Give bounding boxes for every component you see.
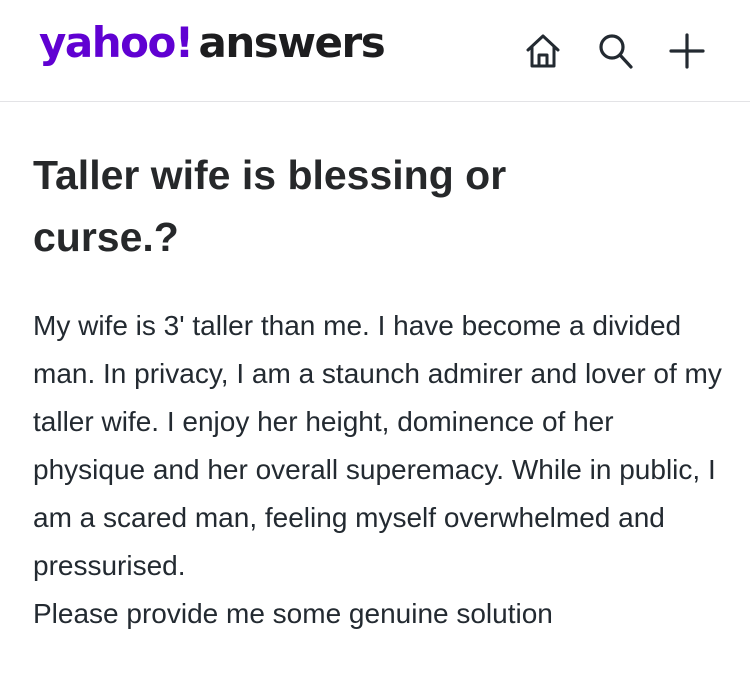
header-actions	[520, 28, 710, 74]
yahoo-answers-logo[interactable]: yahoo! answers	[39, 18, 386, 67]
ask-question-button[interactable]	[664, 28, 710, 74]
question-content: Taller wife is blessing or curse.? My wi…	[0, 144, 750, 638]
plus-icon	[669, 33, 705, 69]
logo-yahoo-text: yahoo!	[39, 18, 194, 67]
question-body-continued: Please provide me some genuine solution	[33, 598, 553, 629]
app-header: yahoo! answers	[0, 0, 750, 102]
question-title: Taller wife is blessing or curse.?	[33, 152, 507, 260]
logo-answers-text: answers	[198, 18, 385, 67]
search-icon	[599, 34, 633, 69]
question-body: My wife is 3' taller than me. I have bec…	[33, 302, 723, 638]
question-body-text: My wife is 3' taller than me. I have bec…	[33, 310, 722, 581]
home-icon	[526, 34, 560, 68]
home-button[interactable]	[520, 28, 566, 74]
search-button[interactable]	[592, 28, 638, 74]
